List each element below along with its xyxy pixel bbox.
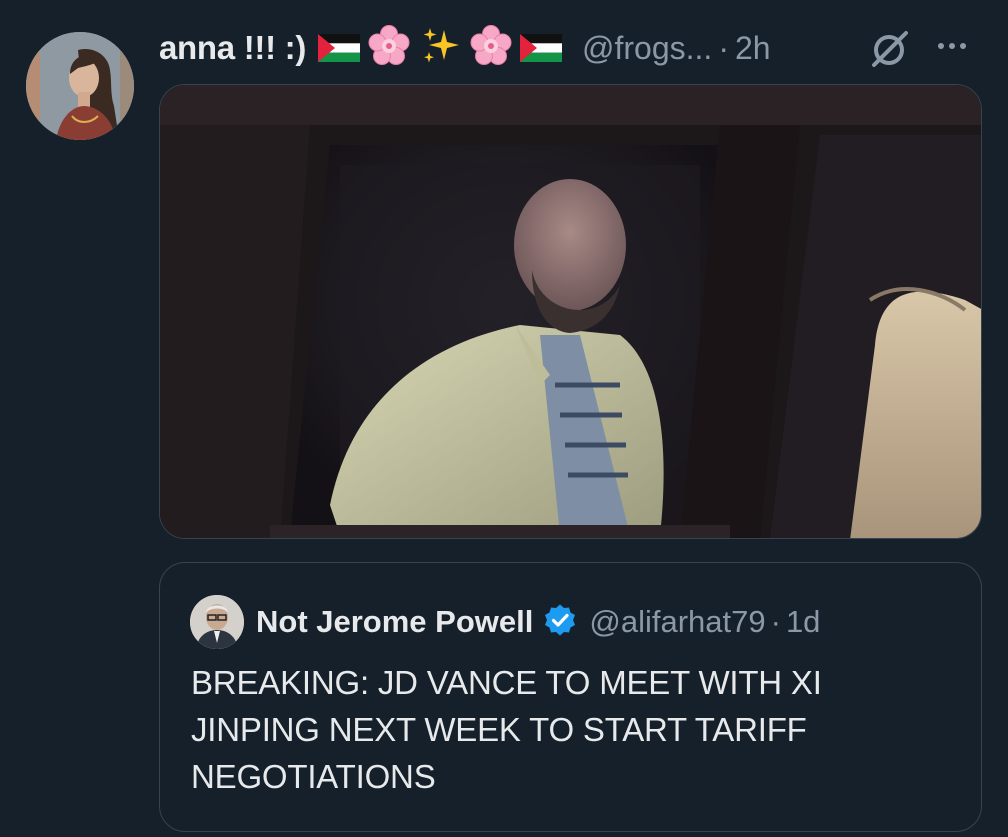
- quoted-tweet-header: Not Jerome Powell @alifarhat79 · 1d: [190, 595, 820, 649]
- author-handle[interactable]: @frogs...: [582, 30, 712, 67]
- verified-badge-icon: [543, 603, 577, 642]
- quoted-meta-separator: ·: [770, 604, 781, 639]
- quoted-author-display-name[interactable]: Not Jerome Powell: [256, 604, 533, 640]
- quoted-avatar-image: [190, 595, 244, 649]
- tweet[interactable]: anna !!! :) @frogs... · 2h Not Jerome Po…: [0, 0, 1008, 837]
- tweet-header: anna !!! :) @frogs... · 2h: [159, 22, 989, 74]
- more-dot: [949, 43, 955, 49]
- author-display-name[interactable]: anna !!! :): [159, 29, 306, 67]
- quoted-author-avatar[interactable]: [190, 595, 244, 649]
- author-avatar[interactable]: [26, 32, 134, 140]
- grok-icon[interactable]: [868, 27, 912, 76]
- quoted-author-handle[interactable]: @alifarhat79: [589, 604, 765, 640]
- quoted-tweet[interactable]: Not Jerome Powell @alifarhat79 · 1d BREA…: [159, 562, 982, 832]
- display-name-emoji-row: [318, 24, 563, 73]
- more-dot: [960, 43, 966, 49]
- meta-separator: ·: [718, 29, 729, 66]
- quoted-tweet-text: BREAKING: JD VANCE TO MEET WITH XI JINPI…: [191, 664, 822, 795]
- palestine-flag-icon: [520, 34, 563, 62]
- car-window-photo: [160, 85, 981, 538]
- cherry-blossom-icon: [469, 24, 513, 73]
- more-dot: [938, 43, 944, 49]
- tweet-media-image[interactable]: [159, 84, 982, 539]
- cherry-blossom-icon: [367, 24, 411, 73]
- more-options-icon[interactable]: [938, 43, 966, 49]
- quoted-tweet-timestamp[interactable]: 1d: [786, 604, 820, 640]
- tweet-timestamp[interactable]: 2h: [735, 30, 771, 67]
- palestine-flag-icon: [318, 34, 361, 62]
- avatar-portrait-image: [26, 32, 134, 140]
- sparkles-icon: [418, 24, 462, 73]
